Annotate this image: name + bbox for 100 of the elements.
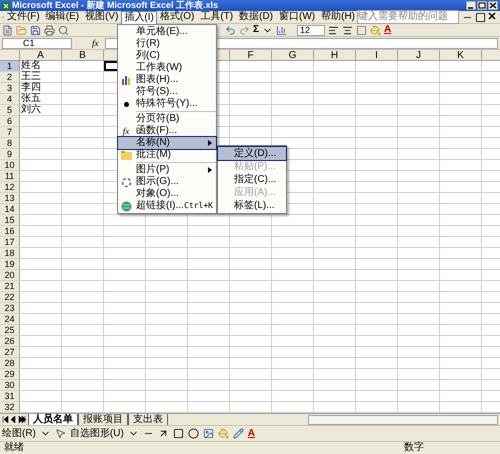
line-color-icon[interactable] [232, 428, 244, 439]
borders-icon[interactable] [356, 24, 368, 36]
column-header[interactable]: B [62, 50, 104, 60]
row-header[interactable]: 3 [0, 83, 20, 93]
column-header[interactable]: A [20, 50, 62, 60]
new-file-icon[interactable] [2, 24, 13, 36]
redo-icon[interactable] [239, 24, 250, 36]
sum-glyph[interactable]: Σ [253, 24, 260, 36]
save-icon[interactable] [30, 24, 41, 36]
menu-item[interactable]: 工作表(W) [118, 62, 216, 74]
menu-item[interactable]: 工具(T) [197, 10, 236, 24]
menu-item[interactable]: 图片(P) [118, 164, 216, 176]
row-header[interactable]: 15 [0, 215, 20, 225]
row-header[interactable]: 32 [0, 402, 20, 412]
menu-item[interactable]: 列(C) [118, 50, 216, 62]
menu-item[interactable]: 特殊符号(Y)... [118, 98, 216, 110]
menu-item[interactable]: 定义(D)... [218, 147, 286, 160]
menu-item[interactable]: 编辑(E) [42, 10, 82, 24]
row-header[interactable]: 12 [0, 182, 20, 192]
row-header[interactable]: 14 [0, 204, 20, 214]
row-header[interactable]: 10 [0, 160, 20, 170]
menu-item[interactable]: 窗口(W) [276, 10, 318, 24]
row-header[interactable]: 22 [0, 292, 20, 302]
draw-menu[interactable]: 绘图(R) [2, 428, 36, 440]
fill-color-icon[interactable] [370, 24, 382, 36]
menu-item[interactable]: 文件(F) [4, 10, 43, 24]
row-header[interactable]: 23 [0, 303, 20, 313]
row-header[interactable]: 1 [0, 61, 20, 71]
menu-item[interactable]: 符号(S)... [118, 86, 216, 98]
fill-color-icon[interactable] [218, 428, 229, 439]
undo-icon[interactable] [225, 24, 236, 36]
column-header[interactable]: I [356, 50, 398, 60]
autoshapes-menu[interactable]: 自选图形(U) [70, 428, 124, 440]
row-header[interactable]: 25 [0, 325, 20, 335]
row-header[interactable]: 2 [0, 72, 20, 82]
row-header[interactable]: 26 [0, 336, 20, 346]
row-header[interactable]: 7 [0, 127, 20, 137]
fx-glyph[interactable]: fx [92, 38, 98, 48]
row-header[interactable]: 6 [0, 116, 20, 126]
sheet-tab[interactable]: 人员名单 [28, 414, 78, 426]
help-search-field[interactable]: 键入需要帮助的问题 [358, 11, 458, 23]
font-size-field[interactable]: 12 [297, 24, 326, 36]
menu-item[interactable]: 帮助(H) [318, 10, 358, 24]
menu-item[interactable]: 插入(I) [121, 10, 157, 24]
column-header[interactable]: H [314, 50, 356, 60]
column-header[interactable]: G [272, 50, 314, 60]
row-header[interactable]: 20 [0, 270, 20, 280]
chart-icon[interactable] [276, 24, 288, 36]
sheet-navigation-icon[interactable] [2, 416, 28, 423]
name-box[interactable]: C1 [2, 38, 72, 48]
close-icon[interactable] [488, 12, 496, 20]
row-header[interactable]: 13 [0, 193, 20, 203]
row-header[interactable]: 9 [0, 149, 20, 159]
column-header[interactable]: F [230, 50, 272, 60]
minimize-icon[interactable] [466, 1, 476, 10]
horizontal-scrollbar[interactable] [308, 414, 498, 424]
menu-item[interactable]: 超链接(I)...Ctrl+K [118, 200, 216, 212]
menu-item[interactable]: 对象(O)... [118, 188, 216, 200]
restore-icon[interactable] [475, 12, 486, 22]
menu-item[interactable]: 图示(G)... [118, 176, 216, 188]
menu-item[interactable]: fx 函数(F)... [118, 125, 216, 137]
printer-icon[interactable] [44, 24, 55, 36]
row-header[interactable]: 8 [0, 138, 20, 148]
menu-item[interactable]: 格式(O) [156, 10, 198, 24]
preview-icon[interactable] [58, 24, 69, 36]
sheet-tab[interactable]: 支出表 [128, 414, 168, 426]
align-left-icon[interactable] [328, 24, 340, 36]
menu-item[interactable]: 数据(D) [236, 10, 276, 24]
row-header[interactable]: 16 [0, 226, 20, 236]
menu-item[interactable]: 名称(N) [118, 137, 216, 149]
menu-item[interactable]: 指定(C)... [218, 173, 286, 186]
row-header[interactable]: 27 [0, 347, 20, 357]
close-icon[interactable] [488, 1, 498, 10]
row-header[interactable]: 30 [0, 380, 20, 390]
picture-icon[interactable] [202, 428, 214, 439]
row-header[interactable]: 21 [0, 281, 20, 291]
row-header[interactable]: 11 [0, 171, 20, 181]
font-color-glyph[interactable]: A [384, 24, 392, 36]
maximize-icon[interactable] [477, 1, 487, 10]
ellipse-icon[interactable] [188, 428, 199, 439]
sheet-tab[interactable]: 报账项目 [78, 414, 128, 426]
row-header[interactable]: 19 [0, 259, 20, 269]
row-header[interactable]: 4 [0, 94, 20, 104]
menu-item[interactable]: 视图(V) [82, 10, 122, 24]
row-header[interactable]: 24 [0, 314, 20, 324]
row-header[interactable]: 28 [0, 358, 20, 368]
font-color-glyph[interactable]: A [248, 428, 256, 440]
row-header[interactable]: 17 [0, 237, 20, 247]
column-header[interactable]: K [440, 50, 482, 60]
row-header[interactable]: 18 [0, 248, 20, 258]
menu-item[interactable]: 分页符(B) [118, 113, 216, 125]
pointer-icon[interactable] [54, 428, 66, 439]
menu-item[interactable]: 行(R) [118, 38, 216, 50]
menu-item[interactable]: 标签(L)... [218, 199, 286, 212]
row-header[interactable]: 29 [0, 369, 20, 379]
column-header[interactable]: J [398, 50, 440, 60]
row-header[interactable]: 31 [0, 391, 20, 401]
menu-item[interactable]: 图表(H)... [118, 74, 216, 86]
menu-item[interactable]: 批注(M) [118, 149, 216, 161]
align-center-icon[interactable] [342, 24, 354, 36]
